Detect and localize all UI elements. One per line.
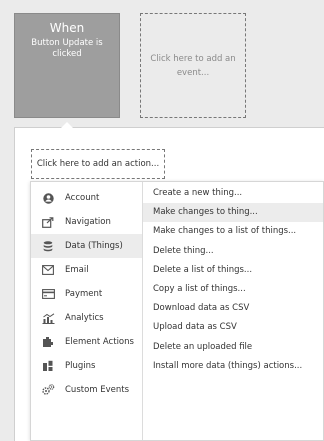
element-actions-icon xyxy=(41,336,55,348)
category-account[interactable]: Account xyxy=(31,186,142,210)
category-list: Account Navigation Data (Things) Email P… xyxy=(31,182,143,440)
account-icon xyxy=(41,192,55,204)
add-event-button[interactable]: Click here to add an event... xyxy=(140,13,246,118)
category-label: Analytics xyxy=(65,313,104,323)
payment-icon xyxy=(41,288,55,300)
add-action-button[interactable]: Click here to add an action... xyxy=(31,149,165,179)
action-upload-csv[interactable]: Upload data as CSV xyxy=(143,318,323,337)
category-label: Data (Things) xyxy=(65,241,123,251)
action-menu: Account Navigation Data (Things) Email P… xyxy=(30,181,324,441)
action-copy-list[interactable]: Copy a list of things... xyxy=(143,280,323,299)
action-create-new-thing[interactable]: Create a new thing... xyxy=(143,184,323,203)
plugins-icon xyxy=(41,360,55,372)
action-make-changes-to-list[interactable]: Make changes to a list of things... xyxy=(143,222,323,241)
category-email[interactable]: Email xyxy=(31,258,142,282)
email-icon xyxy=(41,264,55,276)
category-label: Navigation xyxy=(65,217,111,227)
category-label: Custom Events xyxy=(65,385,130,395)
category-plugins[interactable]: Plugins xyxy=(31,354,142,378)
analytics-icon xyxy=(41,312,55,324)
action-install-more[interactable]: Install more data (things) actions... xyxy=(143,357,323,376)
event-card-button-update[interactable]: When Button Update is clicked xyxy=(14,13,120,118)
category-label: Account xyxy=(65,193,100,203)
category-navigation[interactable]: Navigation xyxy=(31,210,142,234)
action-delete-uploaded-file[interactable]: Delete an uploaded file xyxy=(143,338,323,357)
action-delete-list[interactable]: Delete a list of things... xyxy=(143,261,323,280)
category-label: Element Actions xyxy=(65,337,134,347)
category-label: Plugins xyxy=(65,361,96,371)
category-element-actions[interactable]: Element Actions xyxy=(31,330,142,354)
event-card-subtitle: Button Update is clicked xyxy=(31,38,103,59)
category-label: Payment xyxy=(65,289,103,299)
navigation-icon xyxy=(41,216,55,228)
category-custom-events[interactable]: Custom Events xyxy=(31,378,142,402)
event-card-title: When xyxy=(49,21,85,35)
action-delete-thing[interactable]: Delete thing... xyxy=(143,242,323,261)
database-icon xyxy=(41,240,55,252)
category-label: Email xyxy=(65,265,89,275)
category-analytics[interactable]: Analytics xyxy=(31,306,142,330)
action-list: Create a new thing... Make changes to th… xyxy=(143,182,323,440)
custom-events-icon xyxy=(41,384,55,396)
category-payment[interactable]: Payment xyxy=(31,282,142,306)
panel-caret xyxy=(61,122,73,128)
category-data-things[interactable]: Data (Things) xyxy=(31,234,142,258)
action-download-csv[interactable]: Download data as CSV xyxy=(143,299,323,318)
action-make-changes-to-thing[interactable]: Make changes to thing... xyxy=(143,203,323,223)
